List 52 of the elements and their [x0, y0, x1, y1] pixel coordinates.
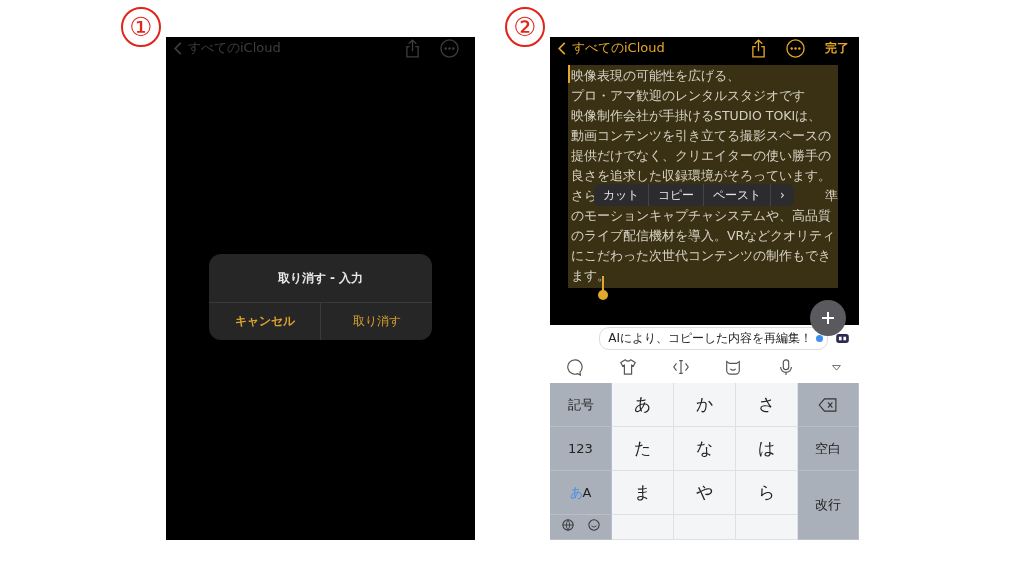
alert-button[interactable]: 取り消す [320, 303, 432, 340]
keyboard-toggle-icon[interactable] [836, 333, 849, 343]
note-text-line: 映像制作会社が手掛けるSTUDIO TOKIは、 [571, 107, 823, 125]
keyboard-key[interactable]: 空白 [798, 427, 859, 471]
back-link[interactable]: すべてのiCloud [558, 39, 665, 57]
note-text-line: 準 [825, 187, 838, 205]
menu-item[interactable]: › [770, 184, 794, 206]
shirt-icon[interactable] [618, 358, 637, 376]
add-button[interactable] [810, 300, 846, 336]
keyboard-key[interactable]: さ [736, 383, 798, 427]
keyboard-key[interactable]: あ [612, 383, 674, 427]
keyboard-key[interactable]: ま [612, 471, 674, 515]
share-icon[interactable] [751, 38, 766, 58]
note-text-line: 動画コンテンツを引き立てる撮影スペースの [571, 127, 832, 145]
note-text-line: にこだわった次世代コンテンツの制作もでき [571, 247, 832, 265]
globe-icon[interactable] [561, 519, 574, 531]
menu-item[interactable]: ペースト [703, 184, 770, 206]
speech-bubble-icon[interactable] [566, 358, 584, 376]
plus-icon [821, 311, 835, 325]
chevron-left-icon [558, 41, 566, 55]
input-mode-key[interactable]: あA [550, 471, 612, 515]
note-text-line: プロ・アマ歓迎のレンタルスタジオです [571, 87, 806, 105]
step-number: ① [121, 7, 161, 47]
text-cursor-icon[interactable] [671, 358, 690, 376]
keyboard-key[interactable]: か [674, 383, 736, 427]
keyboard-key[interactable]: は [736, 427, 798, 471]
keyboard-key[interactable]: や [674, 471, 736, 515]
keyboard-key[interactable]: ら [736, 471, 798, 515]
return-key[interactable]: 改行 [798, 471, 859, 540]
keyboard-key[interactable]: 123 [550, 427, 612, 471]
menu-item[interactable]: コピー [648, 184, 703, 206]
alert-title: 取り消す - 入力 [209, 254, 432, 303]
chevron-left-icon [174, 41, 182, 55]
note-text-line: 映像表現の可能性を広げる、 [571, 67, 741, 85]
selection-handle[interactable] [568, 65, 570, 83]
more-icon[interactable] [786, 38, 805, 58]
suggestion-chip[interactable]: AIにより、コピーした内容を再編集！ [599, 326, 828, 350]
note-text-line: ます。 [571, 267, 611, 285]
keyboard-key[interactable]: な [674, 427, 736, 471]
step-number: ② [505, 7, 545, 47]
smiley-icon[interactable] [724, 358, 743, 376]
note-text-line: のモーションキャプチャシステムや、高品質 [571, 207, 832, 225]
note-text-line: 提供だけでなく、クリエイターの使い勝手の [571, 147, 832, 165]
note-text-line: のライブ配信機材を導入。VRなどクオリティ [571, 227, 837, 245]
emoji-icon[interactable] [587, 519, 600, 531]
done-button[interactable]: 完了 [825, 39, 849, 57]
delete-icon[interactable] [818, 397, 838, 412]
keyboard-key[interactable]: 記号 [550, 383, 612, 427]
note-text-line: 良さを追求した収録環境がそろっています。 [571, 167, 832, 185]
keyboard-key[interactable]: た [612, 427, 674, 471]
menu-item[interactable]: カット [594, 184, 648, 206]
alert-button[interactable]: キャンセル [209, 303, 320, 340]
